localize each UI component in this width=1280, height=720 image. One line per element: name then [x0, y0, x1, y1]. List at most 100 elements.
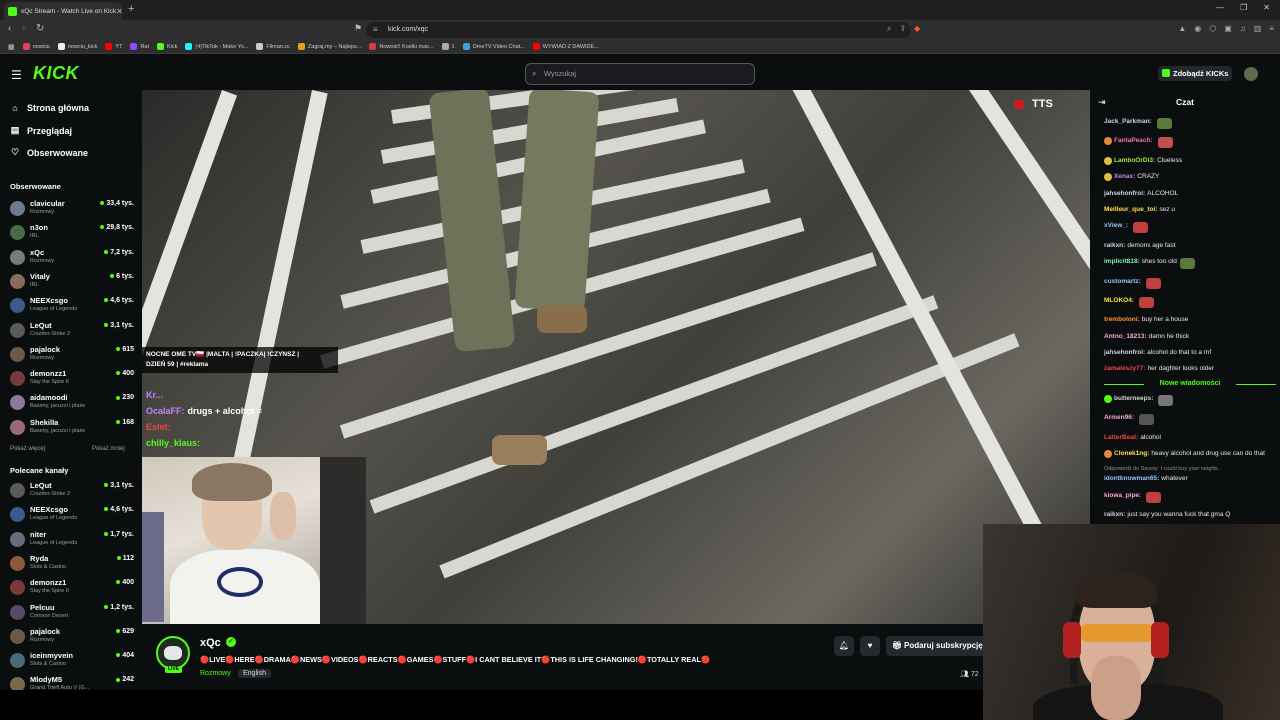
- zoom-icon[interactable]: ⌕: [887, 24, 891, 34]
- share-icon[interactable]: ⇪: [899, 24, 906, 34]
- chat-message[interactable]: Antno_18213: damn he thick: [1104, 333, 1276, 341]
- sidebar-channel[interactable]: Pelcuu Crimson Desert 1,2 tys.: [10, 602, 134, 626]
- bookmark-item[interactable]: Kick: [157, 43, 177, 50]
- back-icon[interactable]: ‹: [8, 23, 11, 34]
- extension-1-icon[interactable]: ▲: [1178, 24, 1186, 34]
- sidebar-channel[interactable]: NEEXcsgo League of Legends 4,6 tys.: [10, 295, 134, 319]
- chat-message[interactable]: raikxn: just say you wanna fuck that gma …: [1104, 511, 1276, 519]
- sidebar-channel[interactable]: pajalock Rozmowy 615: [10, 344, 134, 368]
- forward-icon[interactable]: ›: [22, 23, 25, 34]
- nav-following[interactable]: ♡ Obserwowane: [10, 147, 88, 158]
- chat-message[interactable]: Xenax: CRAZY: [1104, 173, 1276, 182]
- chat-message[interactable]: butterneeps:: [1104, 394, 1276, 406]
- chat-username[interactable]: FantaPeach:: [1114, 137, 1153, 145]
- sidebar-channel[interactable]: pajalock Rozmowy 629: [10, 626, 134, 650]
- chat-message[interactable]: FantaPeach:: [1104, 137, 1276, 149]
- browser-tab-active[interactable]: xQc Stream - Watch Live on Kick ✕: [4, 2, 122, 20]
- bookmark-item[interactable]: WYWIAD Z DAWIDE...: [532, 43, 599, 50]
- chat-message[interactable]: Armen96:: [1104, 414, 1276, 426]
- bookmark-item[interactable]: (4)TikTok - Make Yo...: [185, 43, 248, 50]
- reload-icon[interactable]: ↻: [36, 23, 44, 34]
- chat-username[interactable]: Clonek1ng:: [1114, 450, 1149, 458]
- chat-username[interactable]: MLOKO4:: [1104, 297, 1134, 305]
- profile-avatar[interactable]: [1244, 67, 1258, 81]
- sidebar-channel[interactable]: xQc Rozmowy 7,2 tys.: [10, 247, 134, 271]
- close-tab-icon[interactable]: ✕: [116, 7, 122, 16]
- apps-grid-icon[interactable]: ▦: [8, 43, 15, 51]
- chat-username[interactable]: Armen96:: [1104, 414, 1134, 422]
- sidebar-channel[interactable]: clavicular Rozmowy 33,4 tys.: [10, 198, 134, 222]
- show-more-link[interactable]: Pokaż więcej: [10, 446, 45, 452]
- chat-username[interactable]: LamboOrDi3:: [1114, 157, 1155, 165]
- stream-category[interactable]: Rozmowy: [200, 670, 231, 677]
- menu-icon[interactable]: ≡: [1269, 24, 1274, 34]
- sidebar-channel[interactable]: Vitaly IRL 6 tys.: [10, 271, 134, 295]
- media-icon[interactable]: ♫: [1240, 24, 1246, 34]
- chat-username[interactable]: idontknowman65:: [1104, 475, 1159, 483]
- show-less-link[interactable]: Pokaż mniej: [92, 446, 125, 452]
- streamer-avatar[interactable]: [156, 636, 190, 670]
- chat-username[interactable]: jahsehonfroi:: [1104, 190, 1145, 198]
- sidebar-channel[interactable]: iceinmyvein Slots & Casino 404: [10, 650, 134, 674]
- chat-message[interactable]: idontknowman65: whatever: [1104, 475, 1276, 483]
- bookmark-item[interactable]: Nowość! Kostki mas...: [369, 43, 434, 50]
- chat-message[interactable]: implicit818: shes too old: [1104, 258, 1276, 270]
- chat-username[interactable]: jahsehonfroi:: [1104, 349, 1145, 357]
- gift-sub-button[interactable]: 🎁︎ Podaruj subskrypcję: [886, 636, 986, 656]
- sidebar-channel[interactable]: aidamoodi Baseny, jacuzzi i plaże 230: [10, 392, 134, 416]
- site-info-icon[interactable]: ≡: [373, 22, 378, 38]
- chat-username[interactable]: raikxn:: [1104, 242, 1125, 250]
- video-player[interactable]: TTS NOCNE OME TV🇵🇱 |MALTA | !PACZKA| !CZ…: [142, 90, 1090, 624]
- chat-username[interactable]: Meilleur_que_toi:: [1104, 206, 1157, 214]
- bookmark-item[interactable]: Filman.cc: [256, 43, 290, 50]
- chat-message[interactable]: jahsehonfroi: ALCOHOL: [1104, 190, 1276, 198]
- chat-message[interactable]: xView_:: [1104, 222, 1276, 234]
- chat-username[interactable]: butterneeps:: [1114, 395, 1153, 403]
- sidebar-channel[interactable]: niter League of Legends 1,7 tys.: [10, 529, 134, 553]
- extension-3-icon[interactable]: ⬡: [1209, 24, 1216, 34]
- chat-message[interactable]: MLOKO4:: [1104, 296, 1276, 308]
- chat-message[interactable]: Jack_Parkman:: [1104, 118, 1276, 129]
- sidebar-channel[interactable]: n3on IRL 29,8 tys.: [10, 222, 134, 246]
- sidebar-channel[interactable]: demonzz1 Slay the Spire II 400: [10, 368, 134, 392]
- sidebar-channel[interactable]: LeQut Counter-Strike 2 3,1 tys.: [10, 320, 134, 344]
- sidebar-channel[interactable]: NEEXcsgo League of Legends 4,6 tys.: [10, 504, 134, 528]
- chat-username[interactable]: zamaleszy77:: [1104, 365, 1146, 373]
- chat-username[interactable]: kiowa_pipe:: [1104, 492, 1141, 500]
- brave-shield-icon[interactable]: ◆: [914, 24, 920, 34]
- chat-message[interactable]: kiowa_pipe:: [1104, 491, 1276, 503]
- bookmark-item[interactable]: nowciu: [22, 43, 50, 50]
- chat-message[interactable]: tremboloni: buy her a house: [1104, 316, 1276, 324]
- chat-message[interactable]: customartz:: [1104, 277, 1276, 289]
- notification-bell-button[interactable]: 🔔︎: [834, 636, 854, 656]
- new-tab-icon[interactable]: +: [128, 3, 134, 15]
- stream-language-tag[interactable]: English: [238, 669, 271, 678]
- get-kicks-button[interactable]: Zdobądź KICKs: [1158, 66, 1233, 81]
- bookmark-icon[interactable]: ⚑: [354, 23, 362, 34]
- chat-message[interactable]: Meilleur_que_toi: sez u: [1104, 206, 1276, 214]
- extension-2-icon[interactable]: ◉: [1194, 24, 1201, 34]
- sidebar-channel[interactable]: Shekilla Baseny, jacuzzi i plaże 168: [10, 417, 134, 441]
- chat-message[interactable]: LatterBeat: alcohol: [1104, 434, 1276, 442]
- chat-message[interactable]: raikxn: demons age fast: [1104, 242, 1276, 250]
- chat-username[interactable]: raikxn:: [1104, 511, 1125, 519]
- sidebar-channel[interactable]: LeQut Counter-Strike 2 3,1 tys.: [10, 480, 134, 504]
- close-window-icon[interactable]: ✕: [1263, 3, 1270, 12]
- sidebar-toggle-icon[interactable]: ▥: [1254, 24, 1262, 34]
- chat-message[interactable]: jahsehonfroi: alcohol do that to a mf: [1104, 349, 1276, 357]
- address-bar[interactable]: ≡ kick.com/xqc: [366, 22, 911, 38]
- chat-username[interactable]: Jack_Parkman:: [1104, 118, 1152, 126]
- chat-username[interactable]: tremboloni:: [1104, 316, 1140, 324]
- follow-button[interactable]: ♥: [860, 636, 880, 656]
- bookmark-item[interactable]: YT: [105, 43, 122, 50]
- nav-home[interactable]: ⌂ Strona główna: [10, 103, 89, 113]
- hamburger-menu-icon[interactable]: ☰: [11, 68, 22, 82]
- chat-message-list[interactable]: Jack_Parkman: FantaPeach: LamboOrDi3: Cluel…: [1104, 118, 1276, 528]
- extension-4-icon[interactable]: ▣: [1224, 24, 1232, 34]
- kick-logo[interactable]: KICK: [33, 63, 79, 84]
- sidebar-channel[interactable]: Ryda Slots & Casino 112: [10, 553, 134, 577]
- chat-username[interactable]: customartz:: [1104, 278, 1141, 286]
- maximize-icon[interactable]: ❐: [1240, 3, 1247, 12]
- chat-username[interactable]: LatterBeat:: [1104, 434, 1138, 442]
- bookmark-item[interactable]: nowciu_kick: [57, 43, 97, 50]
